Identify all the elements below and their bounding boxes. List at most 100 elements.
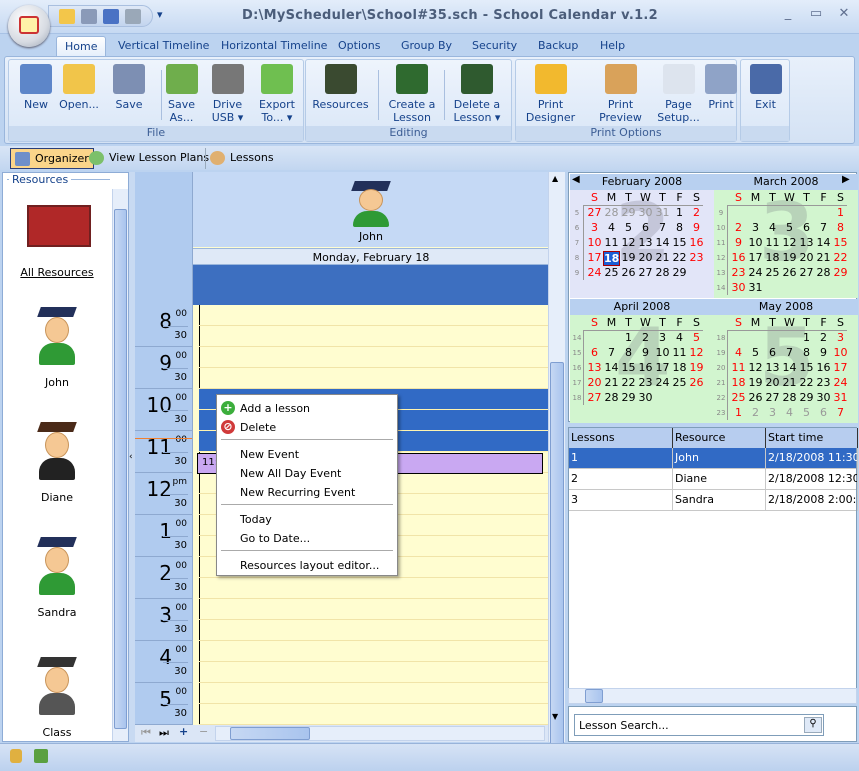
calendar-day[interactable]: 14 [781, 361, 798, 374]
calendar-day[interactable]: 16 [815, 361, 832, 374]
calendar-day[interactable]: 13 [586, 361, 603, 374]
tab-vertical-timeline[interactable]: Vertical Timeline [110, 36, 217, 57]
calendar-day[interactable]: 2 [747, 406, 764, 419]
day-view-scrollbar[interactable]: ▲ ▼ [548, 172, 565, 752]
calendar-day[interactable]: 12 [688, 346, 705, 359]
calendar-day[interactable]: 6 [637, 221, 654, 234]
column-header[interactable]: Lessons [569, 428, 673, 448]
save-button[interactable]: Save [104, 64, 154, 111]
add-lesson-status-icon[interactable] [34, 749, 48, 763]
calendar-day[interactable]: 12 [781, 236, 798, 249]
calendar-day[interactable]: 7 [654, 221, 671, 234]
calendar-day[interactable]: 14 [815, 236, 832, 249]
calendar-day[interactable]: 31 [747, 281, 764, 294]
calendar-day[interactable]: 25 [764, 266, 781, 279]
calendar-day[interactable]: 20 [586, 376, 603, 389]
calendar-day[interactable]: 3 [586, 221, 603, 234]
resource-john[interactable]: John [3, 293, 111, 393]
time-slot[interactable] [199, 305, 549, 326]
close-button[interactable]: ✕ [834, 6, 854, 24]
calendar-day[interactable]: 10 [654, 346, 671, 359]
tab-lessons[interactable]: Lessons [205, 148, 278, 169]
calendar-day[interactable]: 5 [781, 221, 798, 234]
calendar-day[interactable]: 21 [603, 376, 620, 389]
time-slot[interactable] [199, 599, 549, 620]
calendar-day[interactable]: 27 [764, 391, 781, 404]
calendar-day[interactable]: 2 [688, 206, 705, 219]
last-icon[interactable]: ⏭ [159, 726, 169, 740]
save-icon[interactable] [81, 9, 97, 24]
scroll-up-icon[interactable]: ▲ [552, 174, 558, 183]
calendar-day[interactable]: 9 [688, 221, 705, 234]
time-slot[interactable] [199, 326, 549, 347]
calendar-day[interactable]: 1 [730, 406, 747, 419]
calendar-day[interactable]: 20 [764, 376, 781, 389]
calendar-day[interactable]: 17 [586, 251, 603, 264]
calendar-day[interactable]: 27 [586, 391, 603, 404]
calendar-day[interactable]: 14 [654, 236, 671, 249]
calendar-day[interactable]: 22 [671, 251, 688, 264]
calendar-day[interactable]: 24 [747, 266, 764, 279]
calendar-day[interactable]: 13 [764, 361, 781, 374]
menu-item-resources-layout-editor[interactable]: Resources layout editor... [217, 556, 397, 574]
calendar-day[interactable]: 20 [798, 251, 815, 264]
calendar-day[interactable]: 30 [637, 391, 654, 404]
menu-item-new-event[interactable]: New Event [217, 445, 397, 463]
time-slot[interactable] [199, 662, 549, 683]
calendar-day[interactable]: 2 [637, 331, 654, 344]
calendar-day[interactable]: 10 [832, 346, 849, 359]
table-row[interactable]: 3 Sandra 2/18/2008 2:00:0 [569, 490, 858, 511]
add-icon[interactable]: + [179, 725, 188, 738]
maximize-button[interactable]: ▭ [806, 6, 826, 24]
export-button[interactable]: Export To... ▾ [252, 64, 302, 124]
calendar-day[interactable]: 6 [764, 346, 781, 359]
calendar-day[interactable]: 9 [815, 346, 832, 359]
menu-item-go-to-date[interactable]: Go to Date... [217, 529, 397, 547]
calendar-day[interactable]: 1 [620, 331, 637, 344]
calendar-day[interactable]: 22 [798, 376, 815, 389]
tab-organizer[interactable]: Organizer [10, 148, 94, 169]
calendar-day[interactable]: 7 [832, 406, 849, 419]
calendar-day[interactable]: 28 [603, 391, 620, 404]
calendar-day[interactable]: 26 [781, 266, 798, 279]
save-button[interactable]: Save As... [159, 64, 204, 124]
all-day-area[interactable] [193, 265, 549, 305]
calendar-day[interactable]: 22 [620, 376, 637, 389]
tab-view-lesson-plans[interactable]: View Lesson Plans [85, 148, 213, 169]
menu-item-today[interactable]: Today [217, 510, 397, 528]
time-slot[interactable] [199, 347, 549, 368]
calendar-day[interactable]: 3 [832, 331, 849, 344]
print-icon[interactable] [125, 9, 141, 24]
calendar-day[interactable]: 8 [798, 346, 815, 359]
menu-item-new-all-day-event[interactable]: New All Day Event [217, 464, 397, 482]
customize-toolbar-icon[interactable]: ▾ [157, 8, 163, 21]
calendar-day[interactable]: 9 [637, 346, 654, 359]
calendar-day[interactable]: 11 [764, 236, 781, 249]
calendar-day[interactable]: 8 [620, 346, 637, 359]
time-slot[interactable] [199, 704, 549, 725]
tab-home[interactable]: Home [56, 36, 107, 57]
calendar-day[interactable]: 8 [671, 221, 688, 234]
time-slot[interactable] [199, 641, 549, 662]
print-button[interactable]: Print Preview [593, 64, 648, 124]
minimize-button[interactable]: _ [778, 6, 798, 24]
calendar-day[interactable]: 28 [654, 266, 671, 279]
calendar-day[interactable]: 25 [730, 391, 747, 404]
menu-item-delete[interactable]: ⊘ Delete [217, 418, 397, 436]
remove-icon[interactable]: − [199, 725, 208, 738]
menu-item-add-a-lesson[interactable]: + Add a lesson [217, 399, 397, 417]
calendar-day[interactable]: 27 [798, 266, 815, 279]
calendar-day[interactable]: 23 [815, 376, 832, 389]
calendar-day[interactable]: 14 [603, 361, 620, 374]
help-icon[interactable] [103, 9, 119, 24]
menu-item-new-recurring-event[interactable]: New Recurring Event [217, 483, 397, 501]
calendar-day[interactable]: 1 [671, 206, 688, 219]
calendar-day[interactable]: 31 [832, 391, 849, 404]
resource-sandra[interactable]: Sandra [3, 523, 111, 623]
time-slot[interactable] [199, 683, 549, 704]
calendar-day[interactable]: 5 [747, 346, 764, 359]
resources-button[interactable]: Resources [308, 64, 373, 111]
calendar-day[interactable]: 6 [815, 406, 832, 419]
calendar-day[interactable]: 23 [688, 251, 705, 264]
calendar-day[interactable]: 16 [637, 361, 654, 374]
